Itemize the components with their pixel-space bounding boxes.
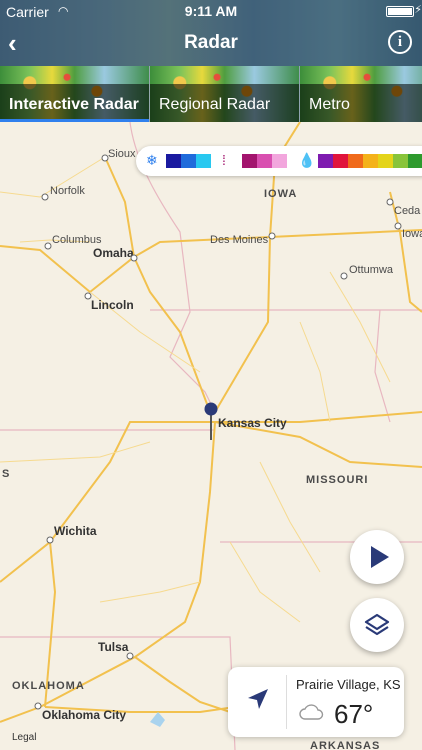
legend-swatch <box>333 154 348 168</box>
tab-label: Regional Radar <box>159 96 271 113</box>
legend-swatch <box>166 154 181 168</box>
legend-swatch <box>393 154 408 168</box>
current-weather-card[interactable]: Prairie Village, KS 67° <box>228 667 404 737</box>
battery-icon <box>386 6 414 17</box>
location-arrow-icon[interactable] <box>246 687 270 711</box>
radar-tabs: Interactive Radar Regional Radar Metro <box>0 66 422 122</box>
status-time: 9:11 AM <box>184 3 238 19</box>
card-divider <box>286 675 287 729</box>
location-name: Prairie Village, KS <box>296 677 401 692</box>
legend-swatch <box>257 154 272 168</box>
legend-swatch <box>196 154 211 168</box>
current-temperature: 67° <box>334 699 374 729</box>
play-icon <box>371 546 389 568</box>
precip-legend: ❄ ⁞ 💧 <box>136 146 422 176</box>
legend-swatch <box>318 154 333 168</box>
play-button[interactable] <box>350 530 404 584</box>
layers-icon <box>364 613 390 636</box>
map-pin-icon[interactable] <box>204 402 218 447</box>
status-bar: Carrier ◠ 9:11 AM ⚡ <box>0 0 422 22</box>
mix-icon: ⁞ <box>222 152 226 168</box>
tab-label: Interactive Radar <box>9 96 139 113</box>
legend-swatch <box>348 154 363 168</box>
cloud-icon <box>299 704 324 720</box>
legal-link[interactable]: Legal <box>12 732 36 743</box>
snow-icon: ❄ <box>146 152 158 168</box>
tab-interactive-radar[interactable]: Interactive Radar <box>0 66 150 122</box>
header: Carrier ◠ 9:11 AM ⚡ ‹ Radar i Interactiv… <box>0 0 422 122</box>
legend-swatch <box>378 154 393 168</box>
legend-swatch <box>181 154 196 168</box>
tab-metro[interactable]: Metro <box>300 66 422 122</box>
legend-swatch <box>242 154 257 168</box>
legend-swatch <box>363 154 378 168</box>
charging-icon: ⚡ <box>414 4 422 16</box>
rain-drop-icon: 💧 <box>298 152 316 168</box>
nav-bar: ‹ Radar i <box>0 22 422 66</box>
layers-button[interactable] <box>350 598 404 652</box>
legend-swatch <box>272 154 287 168</box>
legend-swatch <box>408 154 422 168</box>
tab-label: Metro <box>309 96 350 113</box>
info-icon[interactable]: i <box>388 30 412 54</box>
page-title: Radar <box>184 32 238 53</box>
tab-regional-radar[interactable]: Regional Radar <box>150 66 300 122</box>
